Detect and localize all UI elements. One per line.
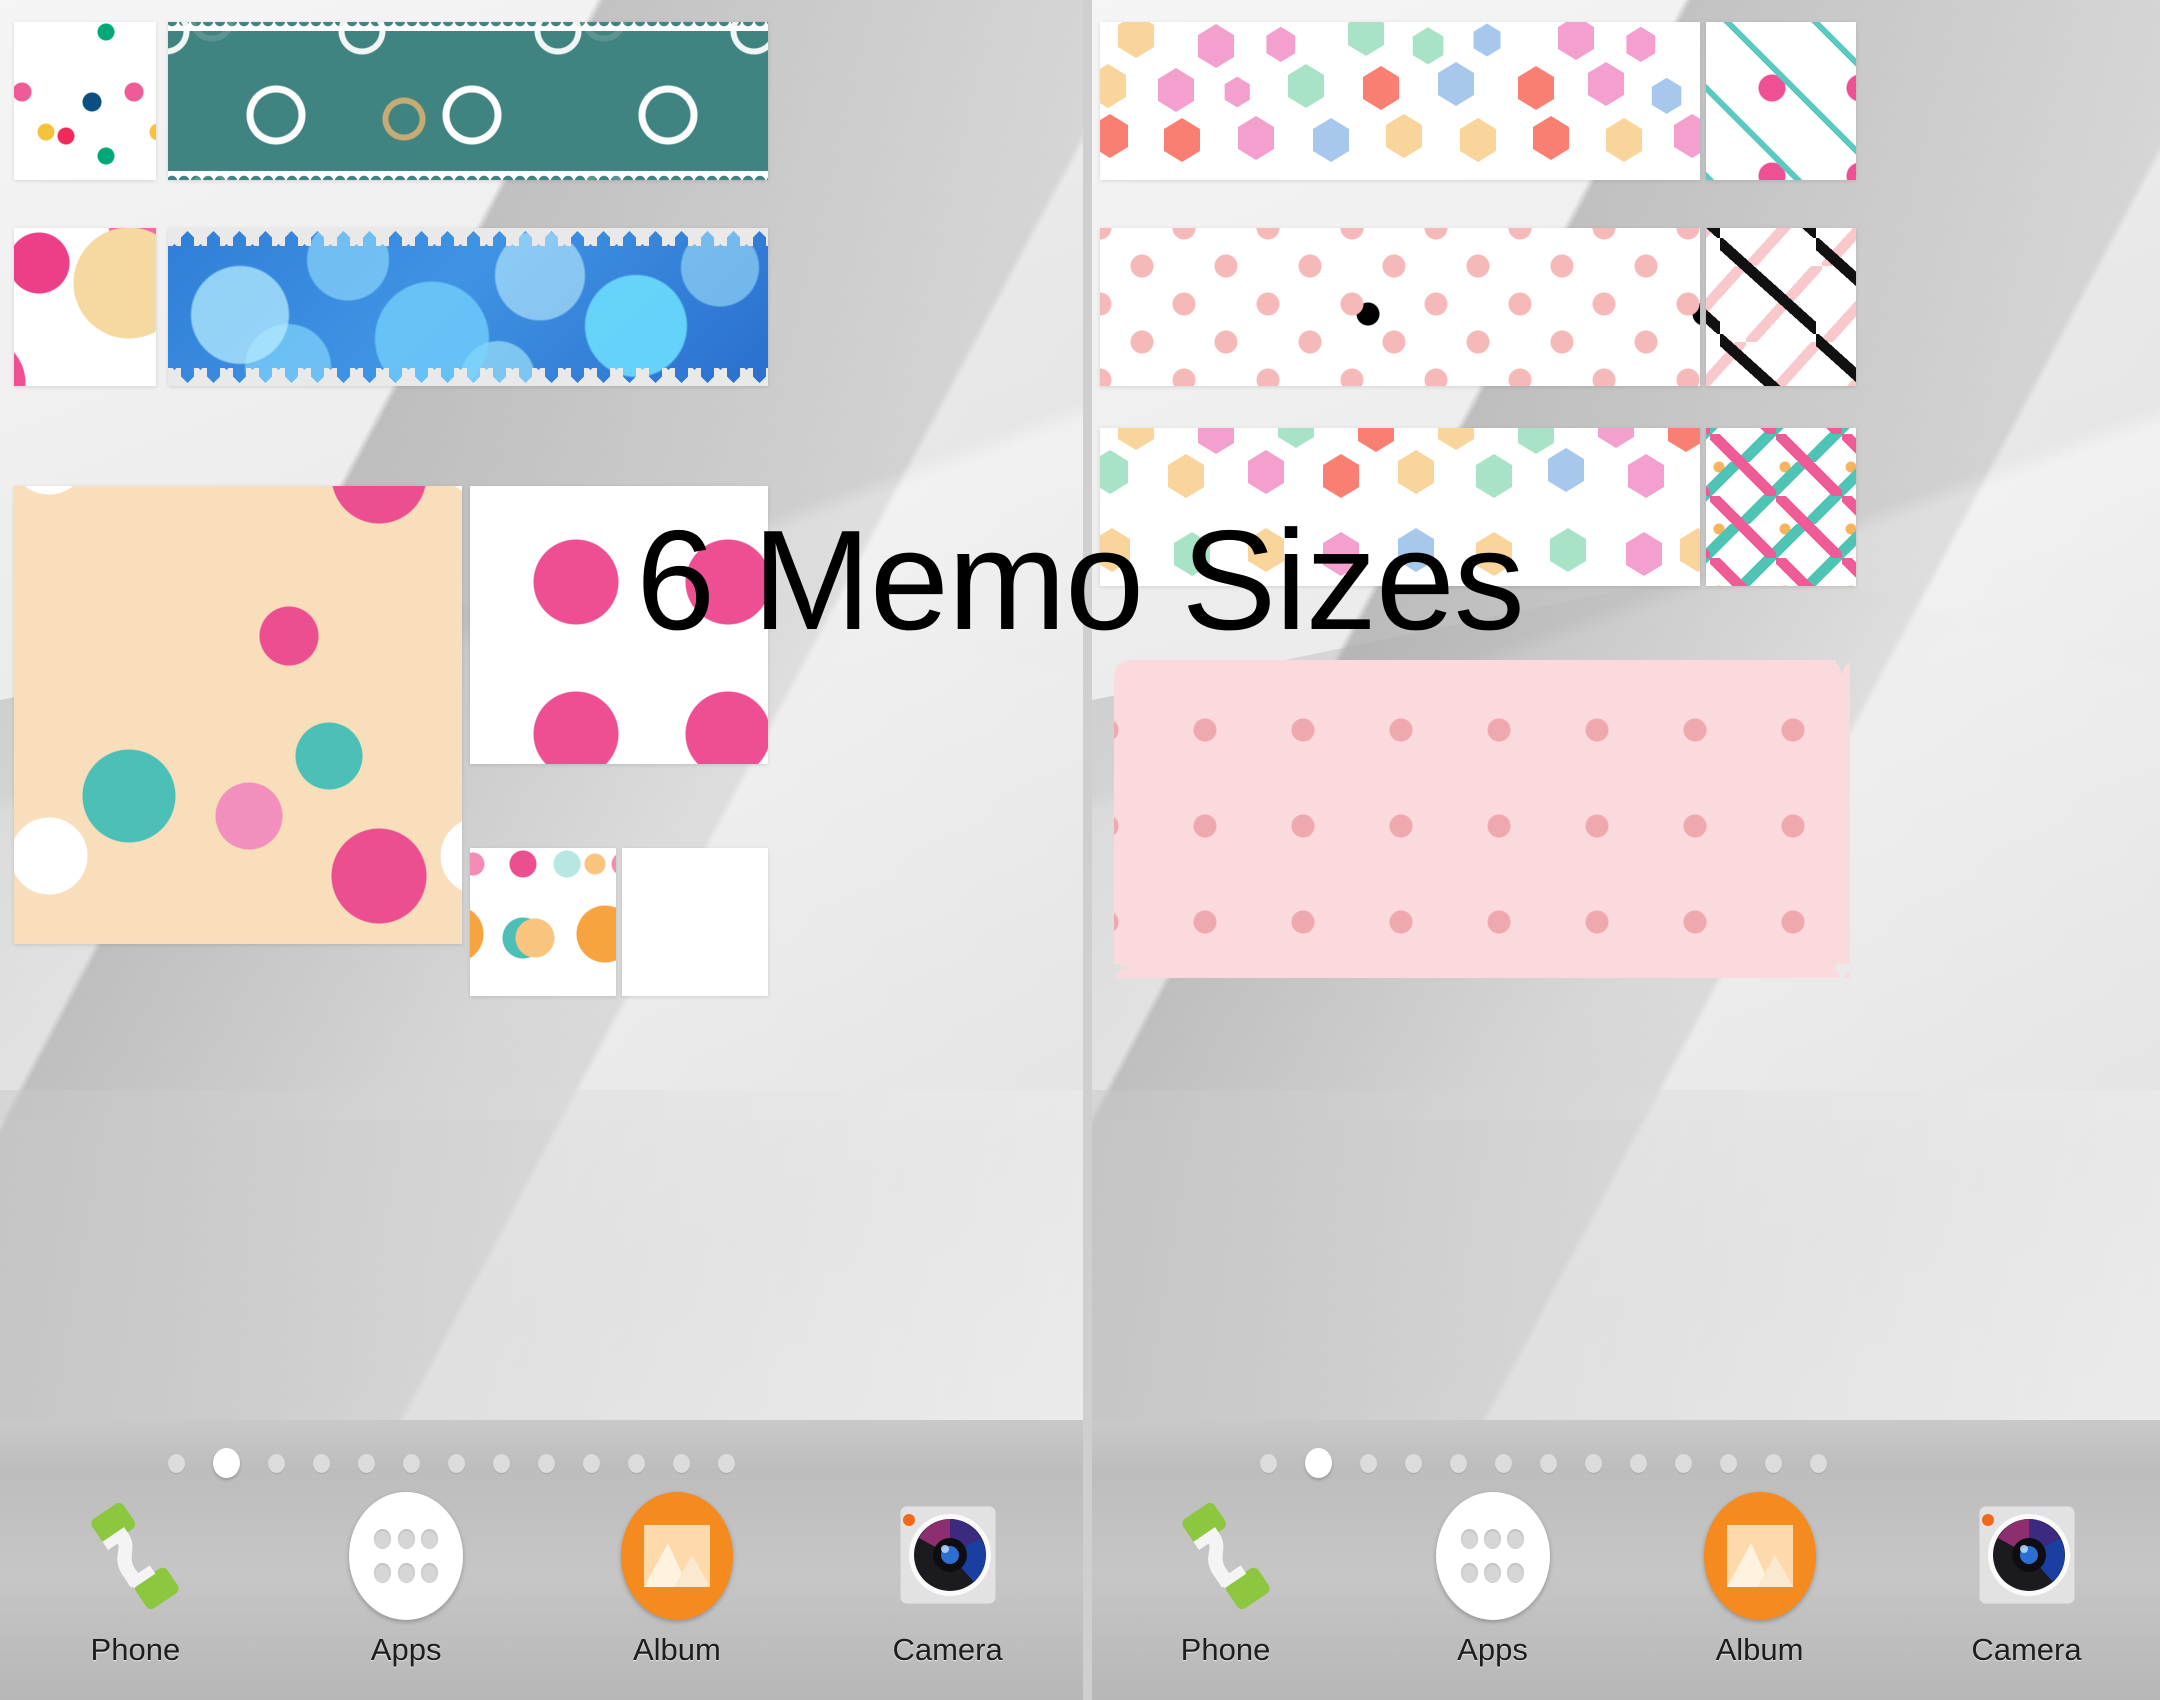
- right-home-screen: Phone Apps Album Camera: [1092, 0, 2160, 1700]
- page-dot[interactable]: [268, 1453, 285, 1473]
- page-dot[interactable]: [313, 1453, 330, 1473]
- page-dot[interactable]: [1810, 1453, 1827, 1473]
- photo-album-icon: [582, 1486, 772, 1626]
- page-dot[interactable]: [168, 1453, 185, 1473]
- app-drawer-icon: [1398, 1486, 1588, 1626]
- page-dot[interactable]: [538, 1453, 555, 1473]
- page-dot[interactable]: [1360, 1453, 1377, 1473]
- app-drawer-icon: [311, 1486, 501, 1626]
- page-dot[interactable]: [358, 1453, 375, 1473]
- right-dock: Phone Apps Album Camera: [1092, 1420, 2160, 1700]
- page-dot[interactable]: [1765, 1453, 1782, 1473]
- memo-pink-black-dots-wide[interactable]: [1100, 228, 1700, 386]
- memo-pink-bubbles-small[interactable]: [14, 228, 156, 386]
- wallpaper-facet-3: [0, 1090, 1083, 1420]
- page-dot[interactable]: [628, 1453, 645, 1473]
- dock-label-phone: Phone: [1180, 1632, 1271, 1667]
- memo-confetti-dots-small[interactable]: [14, 22, 156, 180]
- dock-item-camera[interactable]: Camera: [853, 1486, 1043, 1668]
- page-dot[interactable]: [1630, 1453, 1647, 1473]
- dock-item-camera[interactable]: Camera: [1932, 1486, 2122, 1668]
- page-title: 6 Memo Sizes: [636, 501, 1525, 660]
- page-dot[interactable]: [1720, 1453, 1737, 1473]
- memo-confetti-sticks-small[interactable]: [1706, 228, 1856, 386]
- page-dot[interactable]: [1540, 1453, 1557, 1473]
- photo-album-icon: [1665, 1486, 1855, 1626]
- memo-zigzag-top-edge: [168, 228, 768, 246]
- dock-label-phone: Phone: [90, 1632, 181, 1667]
- dock-item-album[interactable]: Album: [1665, 1486, 1855, 1668]
- dock-label-album: Album: [632, 1632, 721, 1667]
- left-dock: Phone Apps Album Camera: [0, 1420, 1083, 1700]
- page-dot[interactable]: [403, 1453, 420, 1473]
- page-dot-active[interactable]: [213, 1448, 240, 1478]
- camera-icon: [1932, 1486, 2122, 1626]
- dock-label-album: Album: [1715, 1632, 1804, 1667]
- phone-handset-icon: [40, 1486, 230, 1626]
- wallpaper-facet-3: [1092, 1090, 2160, 1420]
- page-dot[interactable]: [1450, 1453, 1467, 1473]
- dock-items-right: Phone Apps Album Camera: [1092, 1486, 2160, 1668]
- page-indicator-dots-left[interactable]: [0, 1448, 1083, 1478]
- dock-item-phone[interactable]: Phone: [1131, 1486, 1321, 1668]
- dock-label-apps: Apps: [1457, 1632, 1528, 1667]
- page-dot-active[interactable]: [1305, 1448, 1332, 1478]
- memo-hexagons-wide-1[interactable]: [1100, 22, 1700, 180]
- memo-pink-scallop-wide[interactable]: [1114, 660, 1850, 978]
- page-dot[interactable]: [583, 1453, 600, 1473]
- left-home-screen: Phone Apps Album Camera: [0, 0, 1083, 1700]
- page-dot[interactable]: [718, 1453, 735, 1473]
- page-dot[interactable]: [673, 1453, 690, 1473]
- page-dot[interactable]: [1585, 1453, 1602, 1473]
- memo-multi-dots-tiny[interactable]: [470, 848, 616, 996]
- hexagon-pattern-1: [1100, 22, 1700, 162]
- dock-label-camera: Camera: [892, 1632, 1003, 1667]
- home-screen-comparison: Phone Apps Album Camera Phone Apps Album…: [0, 0, 2160, 1700]
- page-indicator-dots-right[interactable]: [1092, 1448, 2160, 1478]
- panel-divider: [1083, 0, 1092, 1700]
- dock-item-phone[interactable]: Phone: [40, 1486, 230, 1668]
- page-dot[interactable]: [493, 1453, 510, 1473]
- page-dot[interactable]: [1405, 1453, 1422, 1473]
- dock-items-left: Phone Apps Album Camera: [0, 1486, 1083, 1668]
- dock-label-camera: Camera: [1971, 1632, 2082, 1667]
- page-dot[interactable]: [1260, 1453, 1277, 1473]
- dock-item-apps[interactable]: Apps: [1398, 1486, 1588, 1668]
- dock-item-album[interactable]: Album: [582, 1486, 772, 1668]
- dock-label-apps: Apps: [370, 1632, 442, 1667]
- page-dot[interactable]: [1495, 1453, 1512, 1473]
- dock-item-apps[interactable]: Apps: [311, 1486, 501, 1668]
- memo-black-dot-tiny[interactable]: [622, 848, 768, 996]
- page-dot[interactable]: [448, 1453, 465, 1473]
- memo-diagonal-lines-small[interactable]: [1706, 22, 1856, 180]
- memo-teal-rings-wide[interactable]: [168, 22, 768, 180]
- phone-handset-icon: [1131, 1486, 1321, 1626]
- memo-scallop-surface: [1114, 660, 1850, 978]
- memo-zigzag-bottom-edge: [168, 368, 768, 386]
- camera-icon: [853, 1486, 1043, 1626]
- page-dot[interactable]: [1675, 1453, 1692, 1473]
- memo-blue-bokeh-wide[interactable]: [168, 228, 768, 386]
